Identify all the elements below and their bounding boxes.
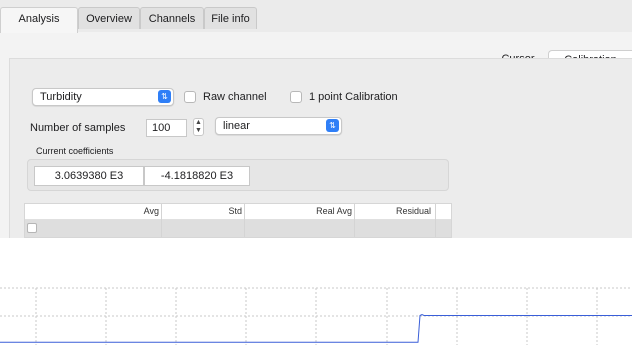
signal-plot[interactable] xyxy=(0,238,632,345)
column-residual: Residual xyxy=(395,206,431,216)
fit-select[interactable]: linear ⇅ xyxy=(215,117,342,135)
fit-select-value: linear xyxy=(223,120,250,132)
coefficient-b-field: -4.1818820 E3 xyxy=(144,166,250,186)
table-header: Avg Std Real Avg Residual xyxy=(25,204,451,220)
row-checkbox[interactable] xyxy=(27,223,37,233)
table-row[interactable] xyxy=(25,220,451,237)
column-divider xyxy=(354,204,355,237)
calibration-table: Avg Std Real Avg Residual xyxy=(24,203,452,238)
plot-canvas xyxy=(0,287,632,345)
column-divider xyxy=(161,204,162,237)
coefficients-title: Current coefficients xyxy=(36,146,114,156)
chevron-updown-icon: ⇅ xyxy=(158,90,171,103)
tab-channels[interactable]: Channels xyxy=(140,7,204,29)
tab-file-info[interactable]: File info xyxy=(204,7,257,29)
channel-select[interactable]: Turbidity ⇅ xyxy=(32,88,174,106)
column-real-avg: Real Avg xyxy=(316,206,352,216)
one-point-calibration-label: 1 point Calibration xyxy=(309,91,398,103)
samples-input[interactable]: 100 xyxy=(146,119,187,137)
tab-overview[interactable]: Overview xyxy=(78,7,140,29)
raw-channel-checkbox[interactable] xyxy=(184,91,196,103)
tab-analysis[interactable]: Analysis xyxy=(0,7,78,33)
channel-select-value: Turbidity xyxy=(40,91,82,103)
coefficient-a-field: 3.0639380 E3 xyxy=(34,166,144,186)
column-avg: Avg xyxy=(143,206,159,216)
column-divider xyxy=(244,204,245,237)
top-tab-bar: Analysis Overview Channels File info xyxy=(0,0,632,33)
column-divider xyxy=(435,204,436,237)
one-point-calibration-checkbox[interactable] xyxy=(290,91,302,103)
column-std: Std xyxy=(228,206,242,216)
coefficients-group: 3.0639380 E3 -4.1818820 E3 xyxy=(27,159,449,191)
chevron-updown-icon: ⇅ xyxy=(326,119,339,132)
raw-channel-label: Raw channel xyxy=(203,91,267,103)
samples-label: Number of samples xyxy=(30,122,126,134)
samples-stepper[interactable]: ▲ ▼ xyxy=(193,118,204,136)
